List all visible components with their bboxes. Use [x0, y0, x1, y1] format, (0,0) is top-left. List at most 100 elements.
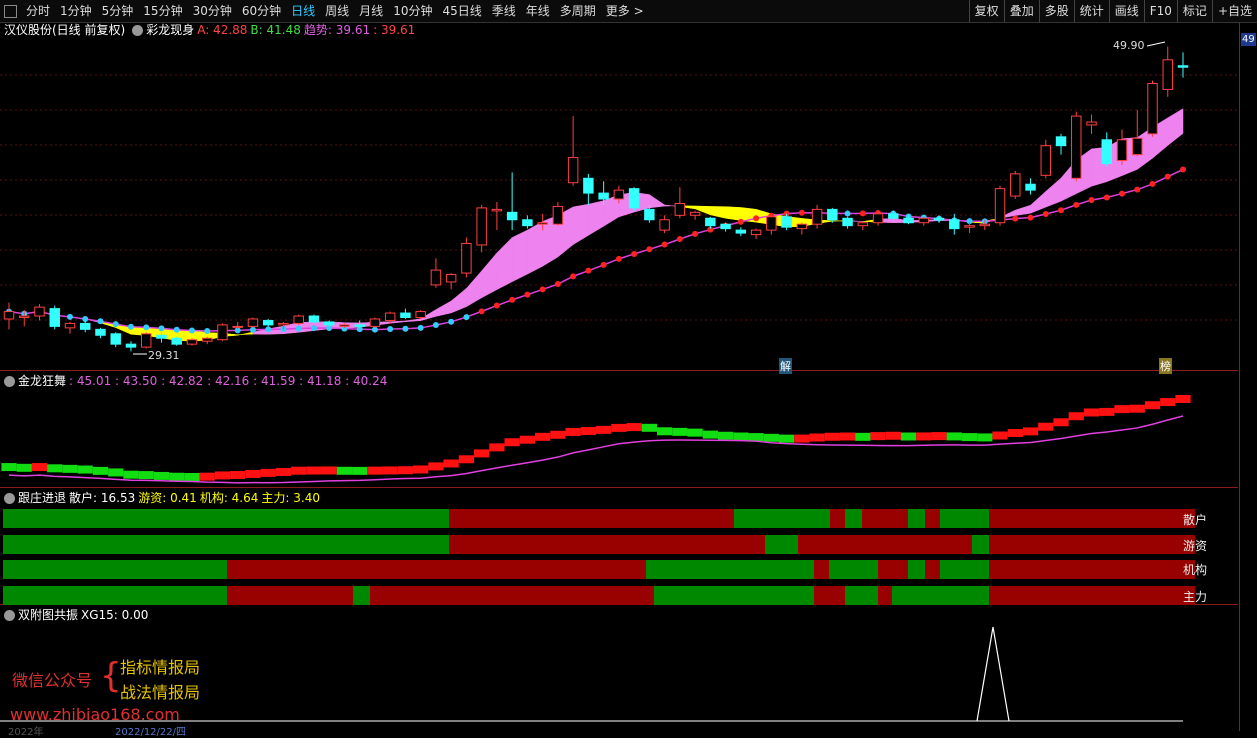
jinlong-block: [794, 434, 810, 443]
strength-bar: [798, 535, 972, 554]
jinlong-block: [961, 433, 978, 442]
candle-body: [933, 217, 945, 221]
jinlong-block: [1175, 395, 1191, 403]
high-arrow: [1146, 41, 1166, 47]
candle-body: [461, 242, 472, 274]
low-price-label: 29.31: [148, 349, 180, 362]
candle-body: [750, 229, 762, 236]
trend-dot: [1180, 166, 1186, 173]
jinlong-block: [443, 459, 459, 468]
jinlong-block: [580, 427, 596, 436]
trend-dot: [1073, 201, 1080, 208]
trend-dot: [387, 326, 394, 333]
ma-ribbon: [389, 320, 406, 324]
trend-dot: [844, 210, 851, 217]
watermark-names: 指标情报局 战法情报局: [120, 655, 200, 705]
trend-dot: [448, 318, 455, 325]
candle-body: [1101, 139, 1112, 164]
watermark-line1: 指标情报局: [120, 658, 201, 677]
strength-bar: [878, 586, 892, 605]
trend-dot: [1164, 173, 1171, 180]
strength-bar: [646, 560, 814, 579]
strength-bar: [227, 586, 353, 605]
candle-body: [522, 219, 533, 227]
watermark-line2: 战法情报局: [120, 683, 201, 702]
jinlong-block: [123, 470, 139, 479]
jinlong-block: [1144, 401, 1161, 410]
jinlong-block: [458, 455, 475, 464]
jinlong-block: [306, 466, 322, 475]
candle-body: [766, 216, 777, 231]
candle-body: [796, 223, 808, 230]
candle-body: [34, 306, 45, 317]
strength-bar: [370, 586, 654, 605]
strength-bar: [908, 560, 925, 579]
row-label-youzi: 游资: [1183, 539, 1208, 553]
ma-ribbon: [450, 287, 467, 314]
jinlong-block: [1083, 408, 1100, 417]
strength-bar: [3, 509, 449, 528]
strength-bar: [353, 586, 370, 605]
strength-bar: [925, 560, 940, 579]
candle-body: [140, 333, 152, 348]
candle-body: [1147, 83, 1158, 135]
ma-ribbon: [405, 318, 421, 322]
strength-bar: [734, 509, 830, 528]
jinlong-block: [885, 431, 901, 440]
trend-dot: [310, 325, 317, 332]
trend-dot: [493, 302, 500, 309]
row-label-jigou: 机构: [1183, 563, 1208, 577]
trend-dot: [676, 236, 683, 243]
jinlong-block: [77, 465, 93, 474]
ma-ribbon: [603, 194, 620, 227]
jinlong-block: [946, 432, 962, 441]
strength-bar: [989, 535, 1195, 554]
candle-body: [384, 312, 396, 321]
kline-chart[interactable]: [0, 0, 1257, 731]
ma-ribbon: [237, 331, 254, 336]
jinlong-block: [1053, 418, 1069, 427]
ma-ribbon: [1015, 204, 1031, 216]
candle-body: [720, 223, 731, 230]
candle-body: [811, 208, 823, 225]
jinlong-block: [230, 471, 246, 480]
jinlong-block: [138, 471, 154, 480]
jinlong-block: [916, 432, 932, 441]
candle-body: [110, 333, 121, 345]
jinlong-block: [550, 430, 566, 439]
trend-dot: [143, 324, 150, 331]
candle-body: [903, 217, 914, 224]
candle-body: [949, 219, 960, 230]
jinlong-block: [16, 463, 32, 472]
jinlong-block: [855, 432, 871, 441]
jinlong-block: [1007, 429, 1023, 438]
candle-body: [842, 217, 853, 227]
ma-ribbon: [496, 236, 513, 290]
candle-body: [125, 343, 137, 348]
candle-body: [491, 208, 503, 212]
jinlong-block: [900, 432, 917, 441]
trend-dot: [1012, 215, 1019, 222]
ma-ribbon: [710, 206, 726, 219]
trend-dot: [1134, 186, 1141, 193]
candle-body: [689, 211, 701, 216]
trend-dot: [631, 250, 638, 257]
candle-body: [156, 334, 167, 339]
watermark-wechat: 微信公众号: [12, 671, 93, 690]
strength-bar: [940, 560, 989, 579]
candle-body: [1071, 115, 1082, 179]
candle-body: [1010, 173, 1021, 197]
jinlong-block: [687, 428, 703, 437]
strength-bar: [829, 560, 878, 579]
strength-bar: [892, 586, 989, 605]
strength-bar: [862, 509, 908, 528]
candle-body: [1116, 139, 1128, 162]
candle-body: [171, 337, 182, 345]
jinlong-block: [108, 468, 124, 477]
jinlong-block: [1038, 422, 1054, 431]
jinlong-block: [1114, 405, 1130, 414]
jinlong-block: [245, 469, 261, 478]
watermark-brace: {: [100, 656, 122, 696]
jinlong-block: [778, 434, 795, 443]
ma-ribbon: [1167, 108, 1184, 146]
